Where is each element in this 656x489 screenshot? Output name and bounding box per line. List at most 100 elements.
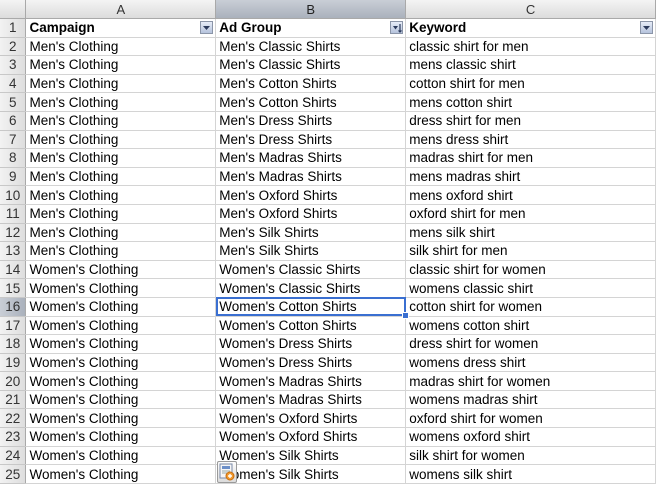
cell-ad-group[interactable]: Men's Cotton Shirts xyxy=(215,92,407,112)
cell-ad-group[interactable]: Women's Silk Shirts xyxy=(215,464,407,484)
column-header-c[interactable]: C xyxy=(405,0,656,19)
row-header[interactable]: 8 xyxy=(0,148,27,168)
cell-ad-group[interactable]: Men's Silk Shirts xyxy=(215,223,407,243)
header-cell-ad-group[interactable]: Ad Group xyxy=(215,18,407,38)
cell-campaign[interactable]: Men's Clothing xyxy=(25,148,217,168)
cell-keyword[interactable]: madras shirt for women xyxy=(405,371,656,391)
dropdown-arrow-icon[interactable] xyxy=(200,21,214,34)
cell-ad-group[interactable]: Women's Madras Shirts xyxy=(215,371,407,391)
cell-campaign[interactable]: Women's Clothing xyxy=(25,353,217,373)
cell-campaign[interactable]: Men's Clothing xyxy=(25,92,217,112)
cell-ad-group[interactable]: Women's Silk Shirts xyxy=(215,446,407,466)
cell-campaign[interactable]: Men's Clothing xyxy=(25,185,217,205)
cell-campaign[interactable]: Women's Clothing xyxy=(25,446,217,466)
cell-campaign[interactable]: Men's Clothing xyxy=(25,204,217,224)
cell-campaign[interactable]: Women's Clothing xyxy=(25,371,217,391)
cell-campaign[interactable]: Women's Clothing xyxy=(25,427,217,447)
column-header-a[interactable]: A xyxy=(25,0,217,19)
cell-ad-group[interactable]: Men's Classic Shirts xyxy=(215,55,407,75)
row-header[interactable]: 14 xyxy=(0,260,27,280)
row-header[interactable]: 22 xyxy=(0,408,27,429)
cell-ad-group[interactable]: Women's Classic Shirts xyxy=(215,260,407,280)
row-header[interactable]: 5 xyxy=(0,92,27,112)
row-header[interactable]: 21 xyxy=(0,390,27,410)
cell-ad-group[interactable]: Women's Oxford Shirts xyxy=(215,408,407,429)
cell-keyword[interactable]: silk shirt for men xyxy=(405,241,656,261)
row-header[interactable]: 1 xyxy=(0,18,27,38)
cell-keyword[interactable]: womens classic shirt xyxy=(405,278,656,298)
header-cell-campaign[interactable]: Campaign xyxy=(25,18,217,38)
cell-campaign[interactable]: Men's Clothing xyxy=(25,130,217,150)
cell-campaign[interactable]: Men's Clothing xyxy=(25,241,217,261)
cell-keyword[interactable]: oxford shirt for women xyxy=(405,408,656,429)
row-header[interactable]: 10 xyxy=(0,185,27,205)
cell-campaign[interactable]: Men's Clothing xyxy=(25,223,217,243)
sort-filter-icon[interactable] xyxy=(390,21,404,34)
row-header[interactable]: 6 xyxy=(0,111,27,131)
cell-keyword[interactable]: classic shirt for men xyxy=(405,37,656,57)
row-header[interactable]: 11 xyxy=(0,204,27,224)
row-header[interactable]: 17 xyxy=(0,316,27,336)
row-header[interactable]: 25 xyxy=(0,464,27,484)
cell-ad-group[interactable]: Men's Oxford Shirts xyxy=(215,185,407,205)
cell-campaign[interactable]: Men's Clothing xyxy=(25,55,217,75)
cell-keyword[interactable]: womens cotton shirt xyxy=(405,316,656,336)
cell-keyword[interactable]: mens dress shirt xyxy=(405,130,656,150)
cell-campaign[interactable]: Men's Clothing xyxy=(25,37,217,57)
cell-keyword[interactable]: classic shirt for women xyxy=(405,260,656,280)
cell-ad-group[interactable]: Men's Oxford Shirts xyxy=(215,204,407,224)
row-header[interactable]: 13 xyxy=(0,241,27,261)
cell-keyword[interactable]: womens dress shirt xyxy=(405,353,656,373)
spreadsheet[interactable]: A B C 1 Campaign Ad Group Keyword 2 Men'… xyxy=(0,0,656,489)
cell-campaign[interactable]: Women's Clothing xyxy=(25,334,217,354)
cell-ad-group[interactable]: Men's Madras Shirts xyxy=(215,167,407,187)
cell-campaign[interactable]: Women's Clothing xyxy=(25,316,217,336)
cell-keyword[interactable]: cotton shirt for women xyxy=(405,297,656,317)
row-header[interactable]: 12 xyxy=(0,223,27,243)
row-header[interactable]: 15 xyxy=(0,278,27,298)
cell-ad-group[interactable]: Women's Oxford Shirts xyxy=(215,427,407,447)
cell-ad-group[interactable]: Men's Madras Shirts xyxy=(215,148,407,168)
cell-campaign[interactable]: Women's Clothing xyxy=(25,464,217,484)
row-header[interactable]: 16 xyxy=(0,297,27,317)
column-header-b[interactable]: B xyxy=(215,0,407,19)
cell-campaign[interactable]: Women's Clothing xyxy=(25,390,217,410)
cell-campaign[interactable]: Women's Clothing xyxy=(25,278,217,298)
cell-ad-group[interactable]: Men's Classic Shirts xyxy=(215,37,407,57)
cell-keyword[interactable]: mens oxford shirt xyxy=(405,185,656,205)
cell-campaign[interactable]: Women's Clothing xyxy=(25,297,217,317)
cell-campaign[interactable]: Men's Clothing xyxy=(25,167,217,187)
row-header[interactable]: 23 xyxy=(0,427,27,447)
cell-keyword[interactable]: oxford shirt for men xyxy=(405,204,656,224)
cell-campaign[interactable]: Women's Clothing xyxy=(25,260,217,280)
cell-campaign[interactable]: Men's Clothing xyxy=(25,74,217,94)
row-header[interactable]: 20 xyxy=(0,371,27,391)
row-header[interactable]: 9 xyxy=(0,167,27,187)
fill-handle[interactable] xyxy=(401,312,409,319)
cell-keyword[interactable]: womens madras shirt xyxy=(405,390,656,410)
cell-ad-group[interactable]: Women's Cotton Shirts xyxy=(215,297,407,317)
row-header[interactable]: 19 xyxy=(0,353,27,373)
cell-keyword[interactable]: cotton shirt for men xyxy=(405,74,656,94)
row-header[interactable]: 7 xyxy=(0,130,27,150)
cell-ad-group[interactable]: Women's Dress Shirts xyxy=(215,334,407,354)
row-header[interactable]: 4 xyxy=(0,74,27,94)
cell-ad-group[interactable]: Women's Cotton Shirts xyxy=(215,316,407,336)
cell-ad-group[interactable]: Men's Dress Shirts xyxy=(215,111,407,131)
select-all-corner[interactable] xyxy=(0,0,27,19)
cell-ad-group[interactable]: Men's Dress Shirts xyxy=(215,130,407,150)
paste-options-icon[interactable] xyxy=(217,461,237,483)
cell-keyword[interactable]: madras shirt for men xyxy=(405,148,656,168)
cell-keyword[interactable]: womens silk shirt xyxy=(405,464,656,484)
cell-keyword[interactable]: dress shirt for men xyxy=(405,111,656,131)
cell-ad-group[interactable]: Men's Cotton Shirts xyxy=(215,74,407,94)
cell-ad-group[interactable]: Women's Classic Shirts xyxy=(215,278,407,298)
cell-campaign[interactable]: Men's Clothing xyxy=(25,111,217,131)
row-header[interactable]: 2 xyxy=(0,37,27,57)
cell-keyword[interactable]: mens classic shirt xyxy=(405,55,656,75)
cell-keyword[interactable]: dress shirt for women xyxy=(405,334,656,354)
cell-keyword[interactable]: silk shirt for women xyxy=(405,446,656,466)
row-header[interactable]: 18 xyxy=(0,334,27,354)
row-header[interactable]: 24 xyxy=(0,446,27,466)
cell-keyword[interactable]: mens madras shirt xyxy=(405,167,656,187)
